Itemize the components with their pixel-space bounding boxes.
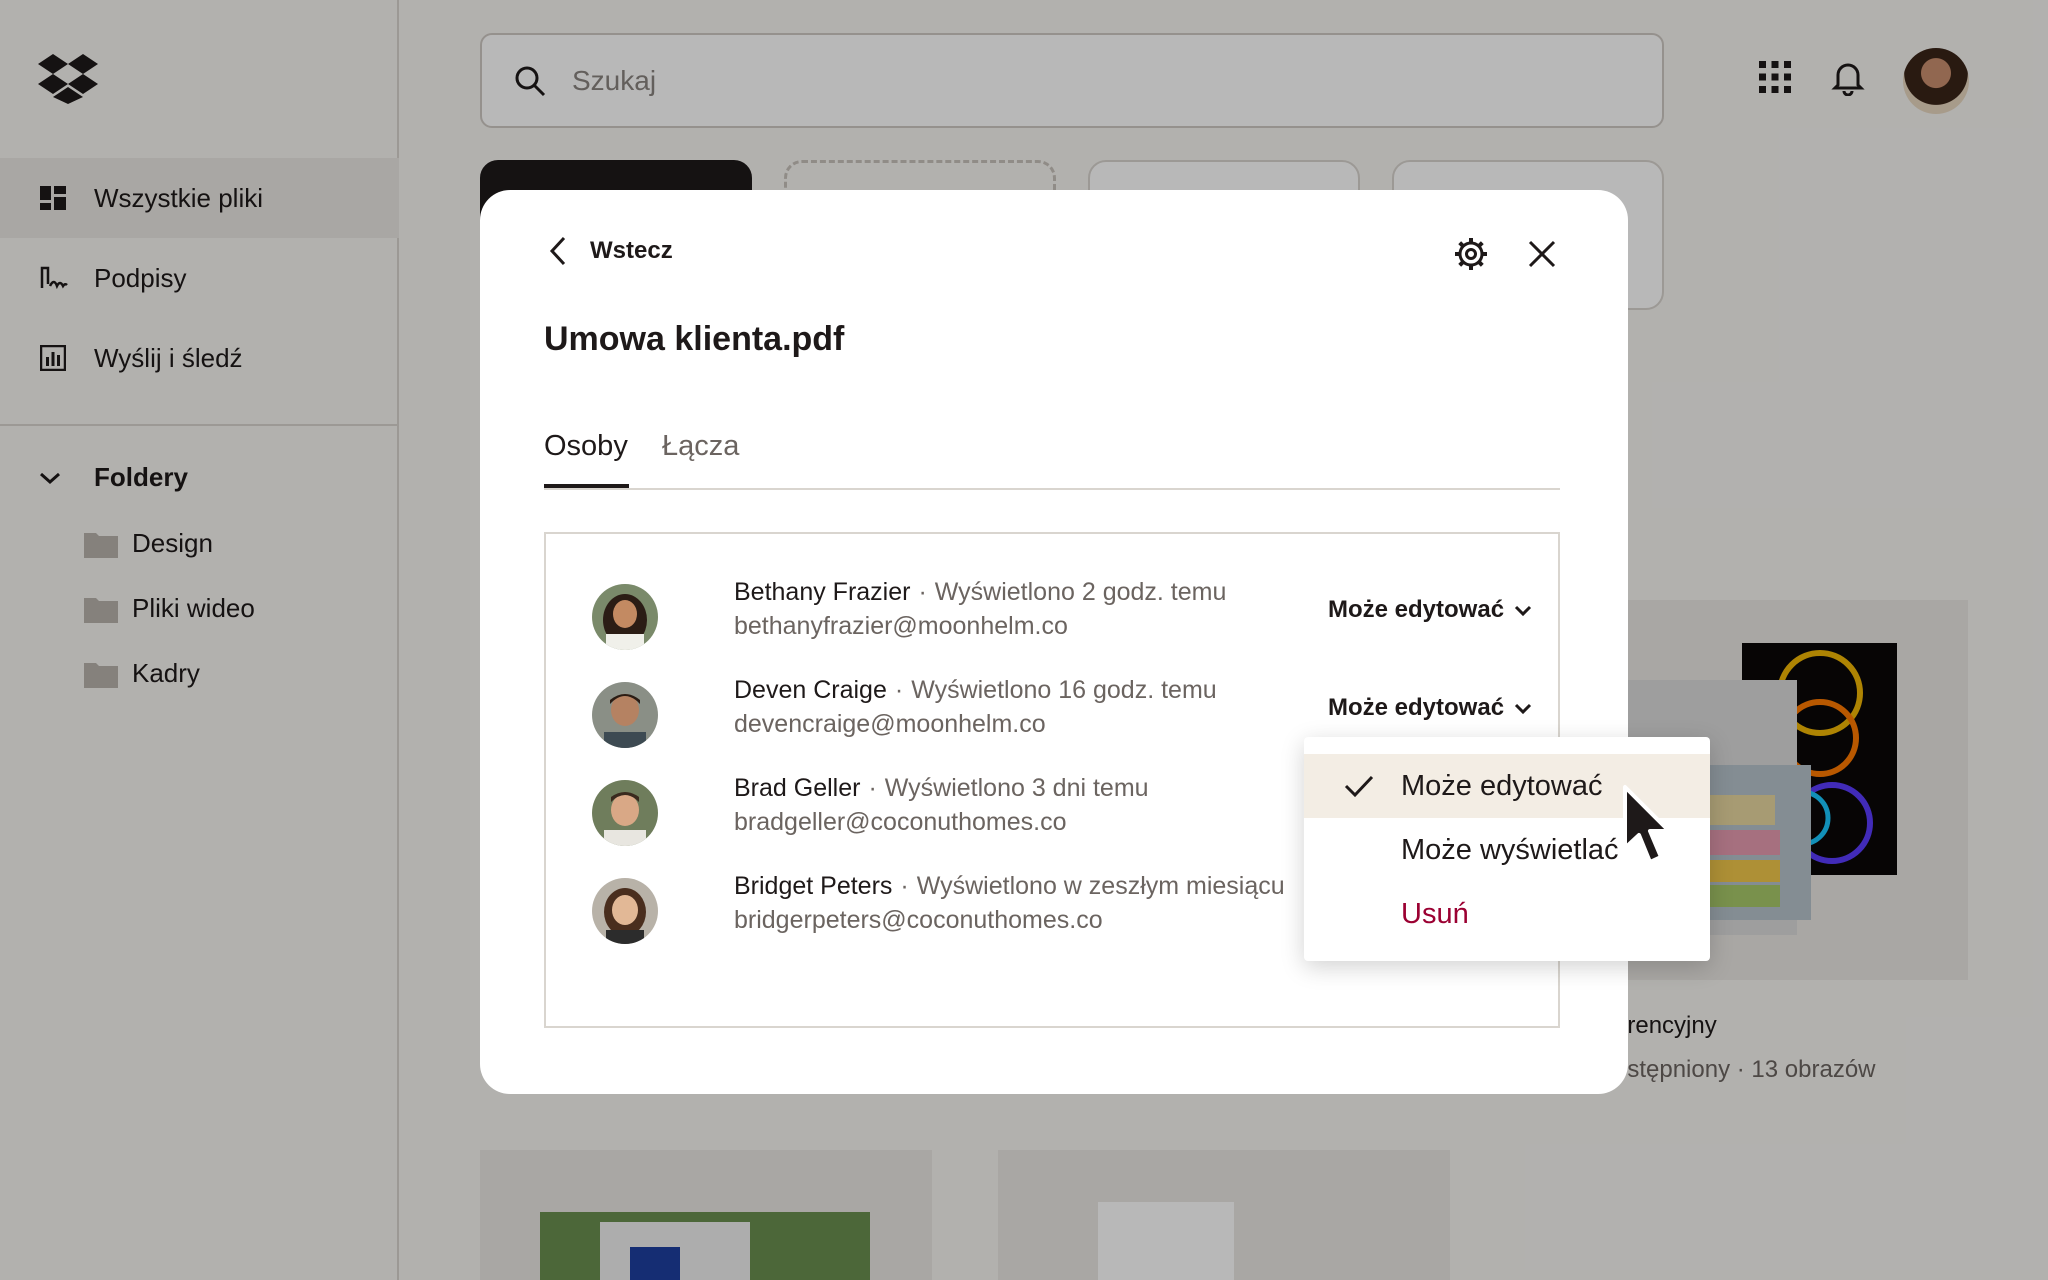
close-icon[interactable]: [1526, 238, 1558, 270]
person-name: Deven Craige: [734, 676, 887, 704]
avatar: [592, 878, 658, 944]
person-name: Bethany Frazier: [734, 578, 911, 606]
check-icon: [1344, 775, 1374, 798]
mouse-pointer-icon: [1623, 785, 1671, 864]
person-email: devencraige@moonhelm.co: [734, 710, 1046, 738]
last-viewed: Wyświetlono 16 godz. temu: [911, 676, 1217, 704]
menu-option-remove[interactable]: Usuń: [1304, 882, 1710, 946]
last-viewed: Wyświetlono 3 dni temu: [884, 774, 1149, 802]
active-tab-indicator: [544, 484, 629, 488]
person-email: bridgerpeters@coconuthomes.co: [734, 906, 1103, 934]
permission-label: Może edytować: [1328, 694, 1505, 721]
permission-label: Może edytować: [1328, 596, 1505, 623]
menu-option-label: Może edytować: [1401, 769, 1603, 802]
person-name: Bridget Peters: [734, 872, 893, 900]
person-info: Deven Craige · Wyświetlono 16 godz. temu: [734, 676, 1217, 705]
person-name: Brad Geller: [734, 774, 861, 802]
permission-dropdown[interactable]: Może edytować: [1328, 694, 1534, 722]
menu-option-label: Może wyświetlać: [1401, 833, 1619, 866]
separator-dot: ·: [900, 872, 909, 900]
separator-dot: ·: [894, 676, 904, 704]
avatar: [592, 780, 658, 846]
person-email: bethanyfrazier@moonhelm.co: [734, 612, 1068, 640]
back-button[interactable]: Wstecz: [544, 234, 673, 268]
gear-icon[interactable]: [1453, 236, 1489, 272]
chevron-down-icon: [1514, 703, 1532, 715]
person-email: bradgeller@coconuthomes.co: [734, 808, 1067, 836]
tab-people[interactable]: Osoby: [544, 430, 628, 463]
person-row: Bethany Frazier · Wyświetlono 2 godz. temu…: [592, 578, 1552, 658]
person-info: Bridget Peters · Wyświetlono w zeszłym mie…: [734, 872, 1285, 901]
file-title: Umowa klienta.pdf: [544, 320, 845, 358]
chevron-down-icon: [1514, 605, 1532, 617]
menu-option-label: Usuń: [1401, 897, 1469, 930]
person-info: Brad Geller · Wyświetlono 3 dni temu: [734, 774, 1149, 803]
chevron-left-icon: [549, 236, 566, 266]
permission-dropdown[interactable]: Może edytować: [1328, 596, 1534, 624]
avatar: [592, 682, 658, 748]
back-label: Wstecz: [590, 237, 673, 264]
last-viewed: Wyświetlono w zeszłym miesiącu: [916, 872, 1285, 900]
last-viewed: Wyświetlono 2 godz. temu: [934, 578, 1227, 606]
separator-dot: ·: [868, 774, 877, 802]
separator-dot: ·: [918, 578, 927, 606]
tab-links[interactable]: Łącza: [662, 430, 739, 463]
person-info: Bethany Frazier · Wyświetlono 2 godz. temu: [734, 578, 1226, 607]
avatar: [592, 584, 658, 650]
tab-bar: Osoby Łącza: [544, 430, 1560, 490]
